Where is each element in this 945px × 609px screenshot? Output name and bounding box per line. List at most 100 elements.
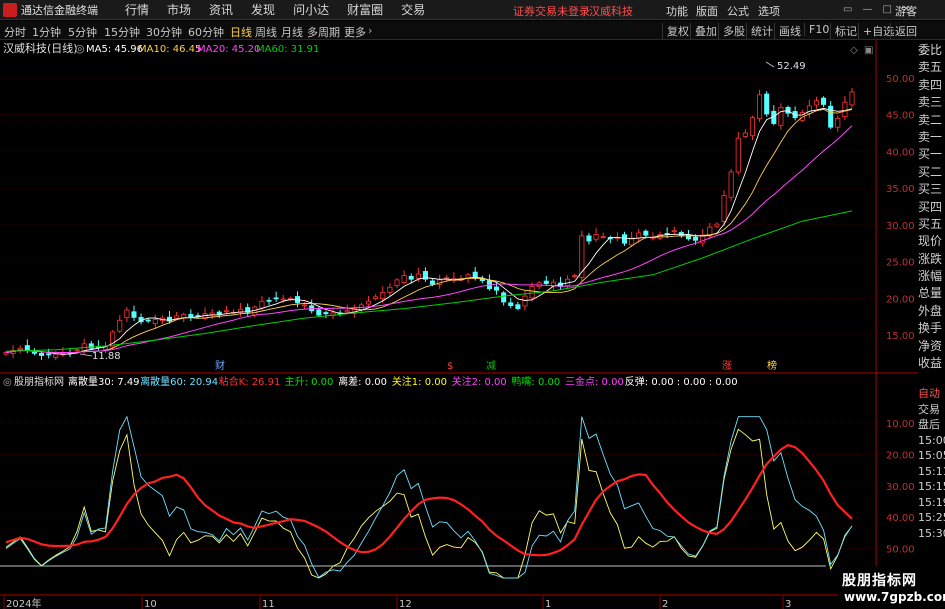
x-tick-label: 2 xyxy=(662,599,668,609)
diamond-icon[interactable]: ◇ xyxy=(850,45,858,56)
period-toolbar: 分时 1分钟 5分钟 15分钟 30分钟 60分钟 日线 周线 月线 多周期 更… xyxy=(0,21,945,40)
period-15min[interactable]: 15分钟 xyxy=(104,24,140,40)
mark-button[interactable]: 标记 xyxy=(830,23,857,39)
candle-body xyxy=(714,223,720,227)
candle-body xyxy=(586,235,592,242)
menu-item-trade[interactable]: 交易 xyxy=(401,1,425,18)
candle-body xyxy=(849,91,855,106)
event-leaderboard[interactable]: 榜 xyxy=(767,359,777,372)
ma5-label: MA5: 45.96 xyxy=(86,44,143,55)
candle-body xyxy=(53,353,59,358)
quote-field-label: 买一 xyxy=(918,147,943,162)
period-daily[interactable]: 日线 xyxy=(230,24,252,40)
period-more[interactable]: 更多 xyxy=(344,24,366,40)
event-reduction[interactable]: 减 xyxy=(486,360,496,372)
event-financial-report[interactable]: 财 xyxy=(215,359,225,372)
candle-body xyxy=(174,315,180,319)
multi-stock-button[interactable]: 多股 xyxy=(718,23,745,39)
indicator-label: 离散量30: 7.49 xyxy=(68,375,140,388)
guest-user[interactable]: 游客 xyxy=(895,3,917,19)
menu-item-ask[interactable]: 问小达 xyxy=(293,1,329,18)
chart-area[interactable]: 50.00 45.00 40.00 35.00 30.00 25.00 20.00 15.00… xyxy=(0,40,945,609)
indicator-tick-label: 50.00 xyxy=(886,545,915,556)
layout-icon[interactable]: ▭ xyxy=(843,4,852,15)
indicator-label: 主升: 0.00 xyxy=(285,376,334,388)
menu-item-options[interactable]: 选项 xyxy=(758,3,780,19)
candle-body xyxy=(508,302,514,307)
candle-body xyxy=(821,97,827,105)
period-weekly[interactable]: 周线 xyxy=(255,24,277,40)
quote-field-label: 涨跌 xyxy=(918,251,943,266)
period-5min[interactable]: 5分钟 xyxy=(68,24,97,40)
app-logo-icon xyxy=(3,2,17,17)
trade-time-panel: 自动交易盘后 15:00 15:05 15:11 15:15 15:19 15:25 15:3… xyxy=(918,386,945,541)
menu-item-wealth-circle[interactable]: 财富圈 xyxy=(347,1,383,18)
menu-item-news[interactable]: 资讯 xyxy=(209,1,233,18)
period-intraday[interactable]: 分时 xyxy=(4,24,26,40)
period-monthly[interactable]: 月线 xyxy=(281,24,303,40)
candle-body xyxy=(401,275,407,283)
expand-icon[interactable]: ▣ xyxy=(864,45,873,56)
candle-body xyxy=(408,276,414,280)
price-tick-label: 35.00 xyxy=(886,184,915,195)
candle-body xyxy=(344,310,350,313)
candle-body xyxy=(693,236,699,241)
indicator-name[interactable]: 股朋指标网 xyxy=(14,375,64,388)
candle-body xyxy=(387,286,393,293)
candle-body xyxy=(415,273,421,279)
indicator-label: 三金点: 0.00 xyxy=(565,375,624,388)
period-30min[interactable]: 30分钟 xyxy=(146,24,182,40)
candlestick-series xyxy=(3,87,855,361)
adjust-price-button[interactable]: 复权 xyxy=(662,23,689,39)
event-dividend[interactable]: $ xyxy=(447,361,453,372)
broker-login-status[interactable]: 证券交易未登录 xyxy=(513,3,590,19)
menu-item-discover[interactable]: 发现 xyxy=(251,1,275,18)
chart-collapse-icon[interactable]: ◎ xyxy=(75,42,85,55)
menu-item-layout[interactable]: 版面 xyxy=(696,3,718,19)
menu-item-formula[interactable]: 公式 xyxy=(727,3,749,19)
menu-item-market-quotes[interactable]: 行情 xyxy=(125,1,149,18)
candle-body xyxy=(273,297,279,300)
candle-body xyxy=(181,314,187,319)
period-multi[interactable]: 多周期 xyxy=(307,24,340,40)
indicator-label: 粘合K: 26.91 xyxy=(219,375,281,388)
candle-body xyxy=(380,292,386,299)
menu-item-market[interactable]: 市场 xyxy=(167,1,191,18)
overlay-button[interactable]: 叠加 xyxy=(690,23,717,39)
event-limit-up[interactable]: 涨 xyxy=(722,360,732,372)
quote-field-label: 卖一 xyxy=(918,129,943,144)
candle-body xyxy=(31,351,37,354)
statistics-button[interactable]: 统计 xyxy=(746,23,773,39)
indicator-grid xyxy=(0,422,876,567)
indicator-y-axis: 50.00 40.00 30.00 20.00 10.00 xyxy=(886,419,915,556)
maximize-icon[interactable]: □ xyxy=(882,4,891,15)
candle-body xyxy=(522,295,528,307)
minimize-icon[interactable]: — xyxy=(862,4,872,15)
candle-body xyxy=(24,345,30,351)
period-60min[interactable]: 60分钟 xyxy=(188,24,224,40)
candle-body xyxy=(671,230,677,233)
ma10-label: MA10: 46.45 xyxy=(138,44,201,55)
indicator-tick-label: 20.00 xyxy=(886,450,915,461)
indicator-labels: 离散量30: 7.49 离散量60: 20.94 粘合K: 26.91 主升: 0.0… xyxy=(68,375,738,388)
candle-body xyxy=(636,232,642,239)
menu-item-function[interactable]: 功能 xyxy=(666,3,688,19)
candle-body xyxy=(600,236,606,239)
back-button[interactable]: 返回 xyxy=(890,23,917,39)
quote-field-label: 涨幅 xyxy=(918,269,943,284)
x-tick-label: 12 xyxy=(399,599,412,609)
candle-body xyxy=(621,234,628,244)
f10-button[interactable]: F10 xyxy=(804,23,829,36)
add-favorite-button[interactable]: +自选 xyxy=(858,23,894,39)
period-1min[interactable]: 1分钟 xyxy=(32,24,61,40)
candle-body xyxy=(223,310,229,313)
candle-body xyxy=(764,93,770,115)
draw-line-button[interactable]: 画线 xyxy=(774,23,801,39)
chevron-right-icon[interactable]: › xyxy=(368,24,372,37)
price-tick-label: 20.00 xyxy=(886,294,915,305)
candle-body xyxy=(735,137,741,173)
auto-mode-label[interactable]: 自动 xyxy=(918,386,945,402)
indicator-collapse-icon[interactable]: ◎ xyxy=(3,377,12,388)
candle-body xyxy=(757,94,763,119)
price-tick-label: 15.00 xyxy=(886,331,915,342)
